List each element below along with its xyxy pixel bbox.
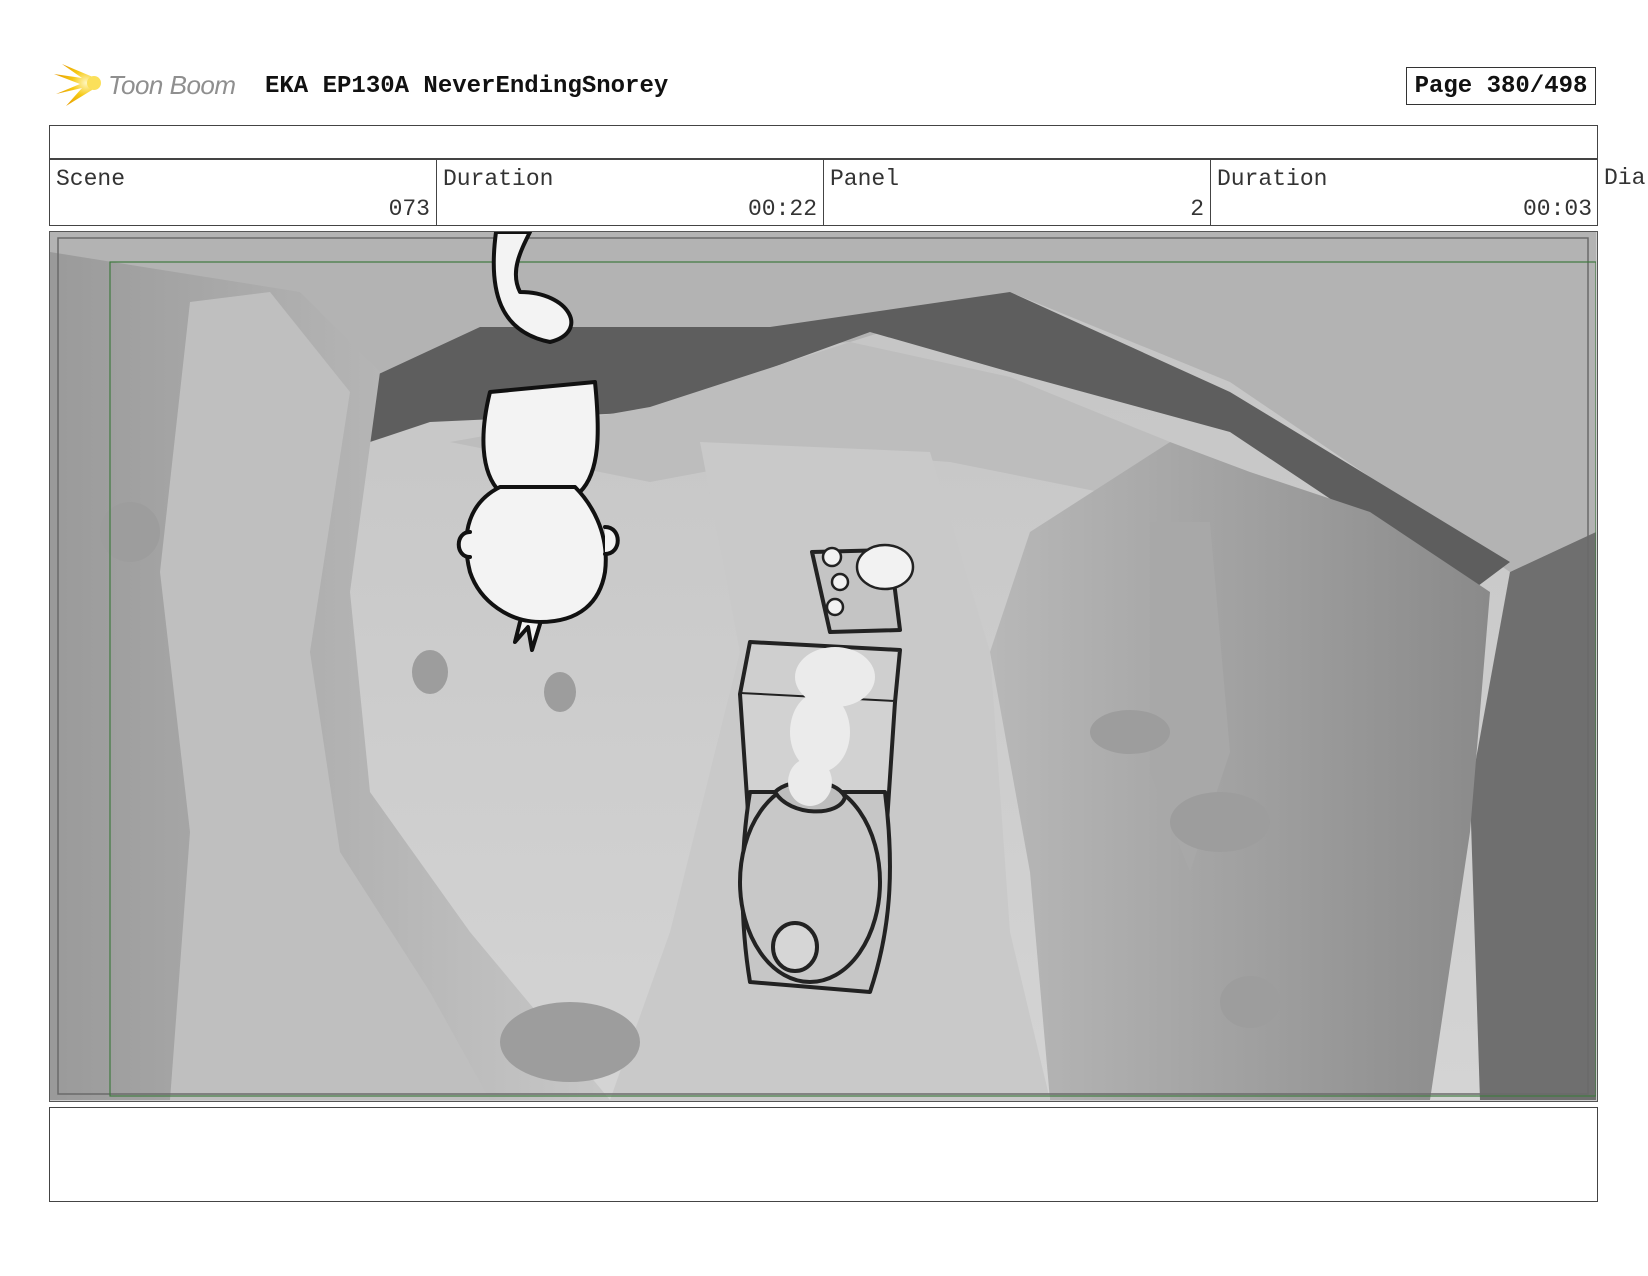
scene-label: Scene bbox=[56, 166, 126, 192]
toon-boom-logo: Toon Boom bbox=[52, 58, 252, 110]
panel-cell: Panel 2 bbox=[824, 159, 1211, 225]
panel-duration-value: 00:03 bbox=[1522, 196, 1592, 222]
scene-duration-value: 00:22 bbox=[747, 196, 817, 222]
panel-duration-label: Duration bbox=[1217, 166, 1328, 192]
panel-value: 2 bbox=[1190, 196, 1204, 222]
document-title: EKA EP130A NeverEndingSnorey bbox=[265, 73, 669, 100]
starburst-logo-icon bbox=[54, 64, 101, 106]
panel-duration-cell: Duration 00:03 bbox=[1211, 159, 1598, 225]
storyboard-frame-cave-train-icon bbox=[50, 232, 1596, 1100]
panel-notes-box bbox=[49, 1107, 1598, 1202]
dialogue-label-clipped: Dia bbox=[1604, 165, 1646, 191]
scene-value: 073 bbox=[388, 196, 430, 222]
scene-duration-cell: Duration 00:22 bbox=[437, 159, 824, 225]
logo-wordmark: Toon Boom bbox=[108, 70, 236, 100]
scene-cell: Scene 073 bbox=[50, 159, 437, 225]
storyboard-panel-image bbox=[49, 231, 1598, 1102]
scene-duration-label: Duration bbox=[443, 166, 554, 192]
page-number: Page 380/498 bbox=[1406, 67, 1596, 105]
scene-info-row: Scene 073 Duration 00:22 Panel 2 Duratio… bbox=[49, 158, 1598, 226]
header-blank-strip bbox=[49, 125, 1598, 160]
panel-label: Panel bbox=[830, 166, 900, 192]
